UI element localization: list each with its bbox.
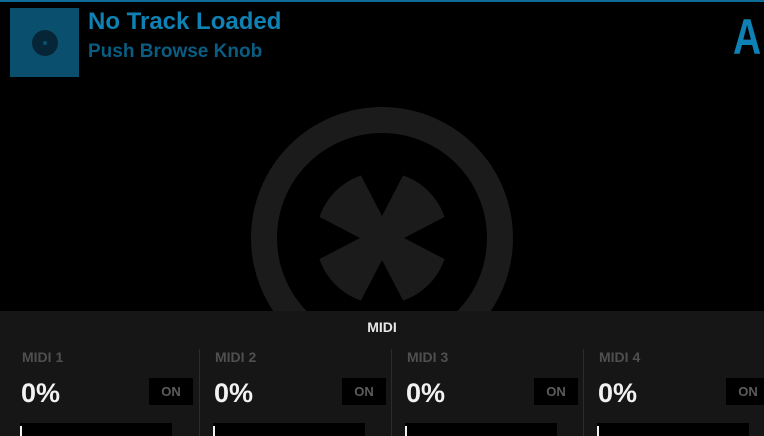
channel-divider	[583, 349, 584, 436]
channel-name: MIDI 4	[599, 349, 641, 365]
record-disc-icon	[31, 29, 58, 56]
top-accent-line	[0, 0, 764, 2]
level-marker	[213, 426, 215, 436]
track-title: No Track Loaded	[88, 8, 282, 35]
midi-channel-4: MIDI 4 0% ON	[591, 347, 764, 436]
channel-divider	[199, 349, 200, 436]
midi-channel-3: MIDI 3 0% ON	[399, 347, 589, 436]
level-bar[interactable]	[405, 423, 557, 436]
track-subtitle: Push Browse Knob	[88, 41, 263, 62]
channel-value: 0%	[406, 378, 446, 408]
traktor-logo-icon	[248, 100, 516, 312]
channel-name: MIDI 2	[215, 349, 257, 365]
midi-channel-2: MIDI 2 0% ON	[207, 347, 397, 436]
level-bar[interactable]	[213, 423, 365, 436]
midi-channel-1: MIDI 1 0% ON	[14, 347, 204, 436]
channel-value: 0%	[598, 378, 638, 408]
cover-art	[10, 8, 79, 77]
level-marker	[20, 426, 22, 436]
midi-panel: MIDI MIDI 1 0% ON MIDI 2 0% ON MIDI 3 0%…	[0, 311, 764, 436]
channel-value: 0%	[21, 378, 61, 408]
on-toggle-button[interactable]: ON	[342, 378, 386, 405]
deck-letter: A	[733, 9, 762, 65]
channel-divider	[391, 349, 392, 436]
on-toggle-button[interactable]: ON	[534, 378, 578, 405]
deck-screen: No Track Loaded Push Browse Knob A MIDI …	[0, 0, 764, 436]
level-marker	[405, 426, 407, 436]
on-toggle-button[interactable]: ON	[149, 378, 193, 405]
on-toggle-button[interactable]: ON	[726, 378, 764, 405]
panel-title: MIDI	[367, 319, 397, 335]
channel-name: MIDI 1	[22, 349, 64, 365]
channel-value: 0%	[214, 378, 254, 408]
level-bar[interactable]	[20, 423, 172, 436]
level-bar[interactable]	[597, 423, 749, 436]
level-marker	[597, 426, 599, 436]
channel-name: MIDI 3	[407, 349, 449, 365]
